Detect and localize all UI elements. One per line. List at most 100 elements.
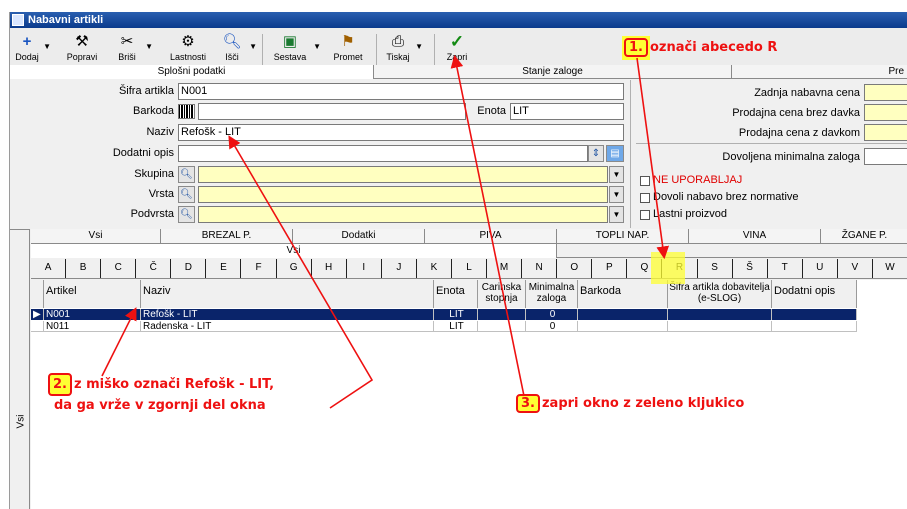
search-icon[interactable]: 🔍︎ xyxy=(178,186,195,203)
search-label: Išči xyxy=(225,52,239,62)
chevron-down-icon[interactable]: ▼ xyxy=(249,42,257,51)
group-tab-bar: Vsi BREZAL P. Dodatki PIVA TOPLI NAP. VI… xyxy=(31,229,907,244)
alpha-letter-s[interactable]: S xyxy=(698,259,733,278)
alpha-letter-č[interactable]: Č xyxy=(136,259,172,278)
add-label: Dodaj xyxy=(15,52,39,62)
col-barkoda[interactable]: Barkoda xyxy=(578,280,668,308)
min-zaloga-label: Dovoljena minimalna zaloga xyxy=(722,151,860,163)
alpha-letter-b[interactable]: B xyxy=(66,259,102,278)
alpha-letter-j[interactable]: J xyxy=(382,259,417,278)
checkbox-dovoli-nabavo[interactable] xyxy=(640,193,650,203)
sub-tab-vsi[interactable]: Vsi xyxy=(31,244,557,258)
zadnja-cena-field[interactable] xyxy=(864,84,907,101)
col-naziv[interactable]: Naziv xyxy=(141,280,434,308)
naziv-field[interactable]: Refošk - LIT xyxy=(178,124,624,141)
tab-vina[interactable]: VINA xyxy=(689,229,821,243)
annotation-3: 3. zapri okno z zeleno kljukico xyxy=(516,394,744,413)
print-label: Tiskaj xyxy=(386,52,410,62)
tab-zgane[interactable]: ŽGANE P. xyxy=(821,229,907,243)
table-row[interactable]: N011 Radenska - LIT LIT 0 xyxy=(31,321,857,332)
alpha-letter-i[interactable]: I xyxy=(347,259,382,278)
properties-label: Lastnosti xyxy=(169,52,207,62)
barkoda-field[interactable] xyxy=(198,103,466,120)
chevron-down-icon[interactable]: ▼ xyxy=(609,166,624,183)
opis-field[interactable] xyxy=(178,145,588,162)
col-dodatni-opis[interactable]: Dodatni opis xyxy=(772,280,857,308)
alpha-letter-d[interactable]: D xyxy=(171,259,207,278)
alphabet-bar: ABCČDEFGHIJKLMNOPQRSŠTUVW xyxy=(31,259,907,279)
alpha-letter-e[interactable]: E xyxy=(206,259,242,278)
vrsta-field[interactable] xyxy=(198,186,608,203)
cell-min: 0 xyxy=(526,321,578,332)
skupina-label: Skupina xyxy=(134,168,174,180)
podvrsta-field[interactable] xyxy=(198,206,608,223)
search-icon[interactable]: 🔍︎ xyxy=(178,206,195,223)
col-min-zaloga[interactable]: Minimalna zaloga xyxy=(526,280,578,308)
alpha-letter-n[interactable]: N xyxy=(522,259,558,278)
annotation-1-number: 1. xyxy=(624,38,648,57)
alpha-letter-h[interactable]: H xyxy=(312,259,347,278)
col-enota[interactable]: Enota xyxy=(434,280,478,308)
alpha-letter-g[interactable]: G xyxy=(277,259,312,278)
sifra-label: Šifra artikla xyxy=(118,85,174,97)
tab-brezal[interactable]: BREZAL P. xyxy=(161,229,293,243)
tab-dodatki[interactable]: Dodatki xyxy=(293,229,425,243)
cell-min: 0 xyxy=(526,309,578,320)
spin-icon[interactable]: ⇕ xyxy=(588,145,604,162)
alpha-letter-m[interactable]: M xyxy=(487,259,523,278)
alpha-letter-k[interactable]: K xyxy=(417,259,452,278)
chevron-down-icon[interactable]: ▼ xyxy=(609,186,624,203)
alpha-letter-w[interactable]: W xyxy=(873,259,907,278)
alpha-letter-t[interactable]: T xyxy=(768,259,803,278)
search-icon[interactable]: 🔍︎ xyxy=(178,166,195,183)
alpha-letter-u[interactable]: U xyxy=(803,259,838,278)
alpha-letter-f[interactable]: F xyxy=(241,259,277,278)
col-carinska[interactable]: Carinska stopnja xyxy=(478,280,526,308)
chevron-down-icon[interactable]: ▼ xyxy=(415,42,423,51)
alpha-letter-v[interactable]: V xyxy=(838,259,873,278)
barkoda-label: Barkoda xyxy=(133,105,174,117)
tab-pre[interactable]: Pre xyxy=(732,65,907,79)
annotation-2: 2. z miško označi Refošk - LIT, da ga vrž… xyxy=(48,373,274,415)
side-tab-vsi[interactable]: Vsi xyxy=(15,415,26,429)
cell-naziv: Refošk - LIT xyxy=(141,309,434,320)
min-zaloga-field[interactable] xyxy=(864,148,907,165)
chevron-down-icon[interactable]: ▼ xyxy=(313,42,321,51)
tab-topli-nap[interactable]: TOPLI NAP. xyxy=(557,229,689,243)
chevron-down-icon[interactable]: ▼ xyxy=(609,206,624,223)
checkbox-ne-uporabljaj[interactable] xyxy=(640,176,650,186)
tab-vsi[interactable]: Vsi xyxy=(31,229,161,243)
checkbox-lastni-proizvod[interactable] xyxy=(640,210,650,220)
alpha-letter-o[interactable]: O xyxy=(557,259,593,278)
chevron-down-icon[interactable]: ▼ xyxy=(43,42,51,51)
cell-barkoda xyxy=(578,309,668,320)
tab-stock-status[interactable]: Stanje zaloge xyxy=(374,65,732,79)
row-pointer-icon: ▶ xyxy=(31,309,44,320)
edit-text-icon[interactable]: ▤ xyxy=(606,145,624,162)
cena-brez-davka-field[interactable] xyxy=(864,104,907,121)
sifra-field[interactable]: N001 xyxy=(178,83,624,100)
toolbar-separator xyxy=(376,34,377,68)
alpha-letter-š[interactable]: Š xyxy=(733,259,768,278)
tab-piva[interactable]: PIVA xyxy=(425,229,557,243)
side-tab-strip: Vsi xyxy=(10,229,30,509)
annotation-1: 1. označi abecedo R xyxy=(624,38,777,57)
alpha-letter-l[interactable]: L xyxy=(452,259,488,278)
col-artikel[interactable]: Artikel xyxy=(44,280,141,308)
enota-field[interactable]: LIT xyxy=(510,103,624,120)
tab-general-data[interactable]: Splošni podatki xyxy=(10,65,374,79)
alpha-letter-p[interactable]: P xyxy=(592,259,628,278)
cena-z-davkom-field[interactable] xyxy=(864,124,907,141)
composition-label: Sestava xyxy=(273,52,307,62)
col-sifra-dob[interactable]: Šifra artikla dobavitelja (e-SLOG) xyxy=(668,280,772,308)
alpha-letter-a[interactable]: A xyxy=(31,259,67,278)
traffic-label: Promet xyxy=(333,52,363,62)
skupina-field[interactable] xyxy=(198,166,608,183)
alpha-letter-c[interactable]: C xyxy=(101,259,137,278)
cell-artikel: N011 xyxy=(44,321,141,332)
chevron-down-icon[interactable]: ▼ xyxy=(145,42,153,51)
table-row[interactable]: ▶ N001 Refošk - LIT LIT 0 xyxy=(31,309,857,320)
lastni-proizvod-label: Lastni proizvod xyxy=(653,208,727,220)
sub-tab-bar: Vsi xyxy=(31,244,907,258)
toolbar-separator xyxy=(434,34,435,68)
